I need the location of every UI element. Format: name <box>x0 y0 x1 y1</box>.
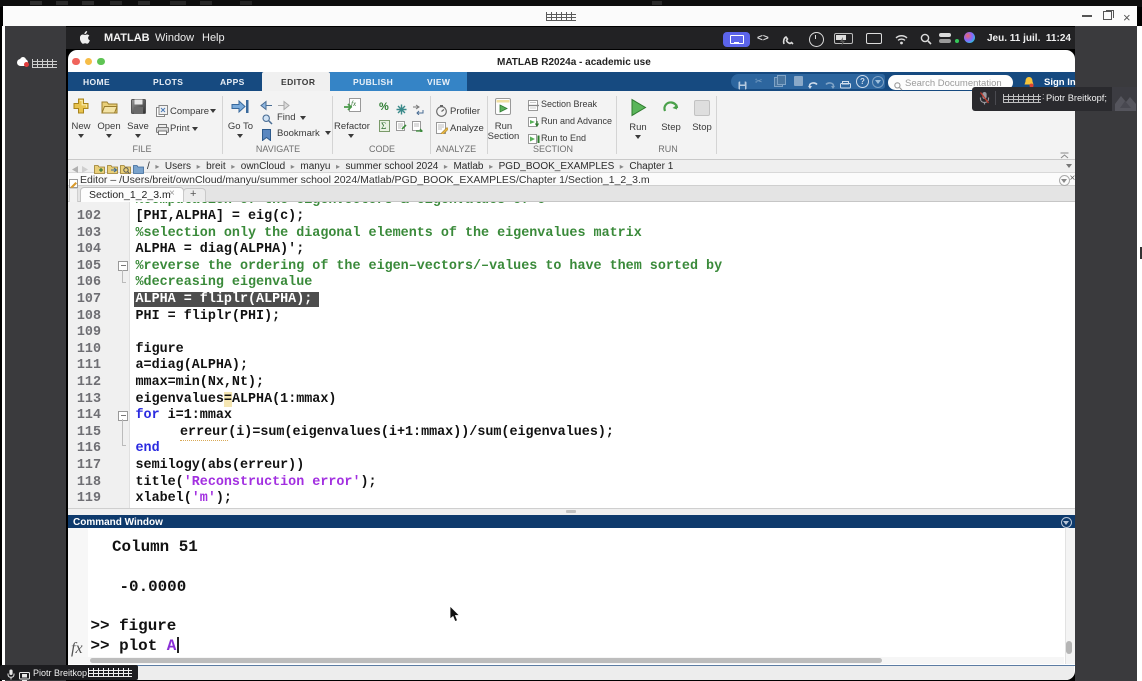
svg-text:Σ: Σ <box>381 121 386 131</box>
